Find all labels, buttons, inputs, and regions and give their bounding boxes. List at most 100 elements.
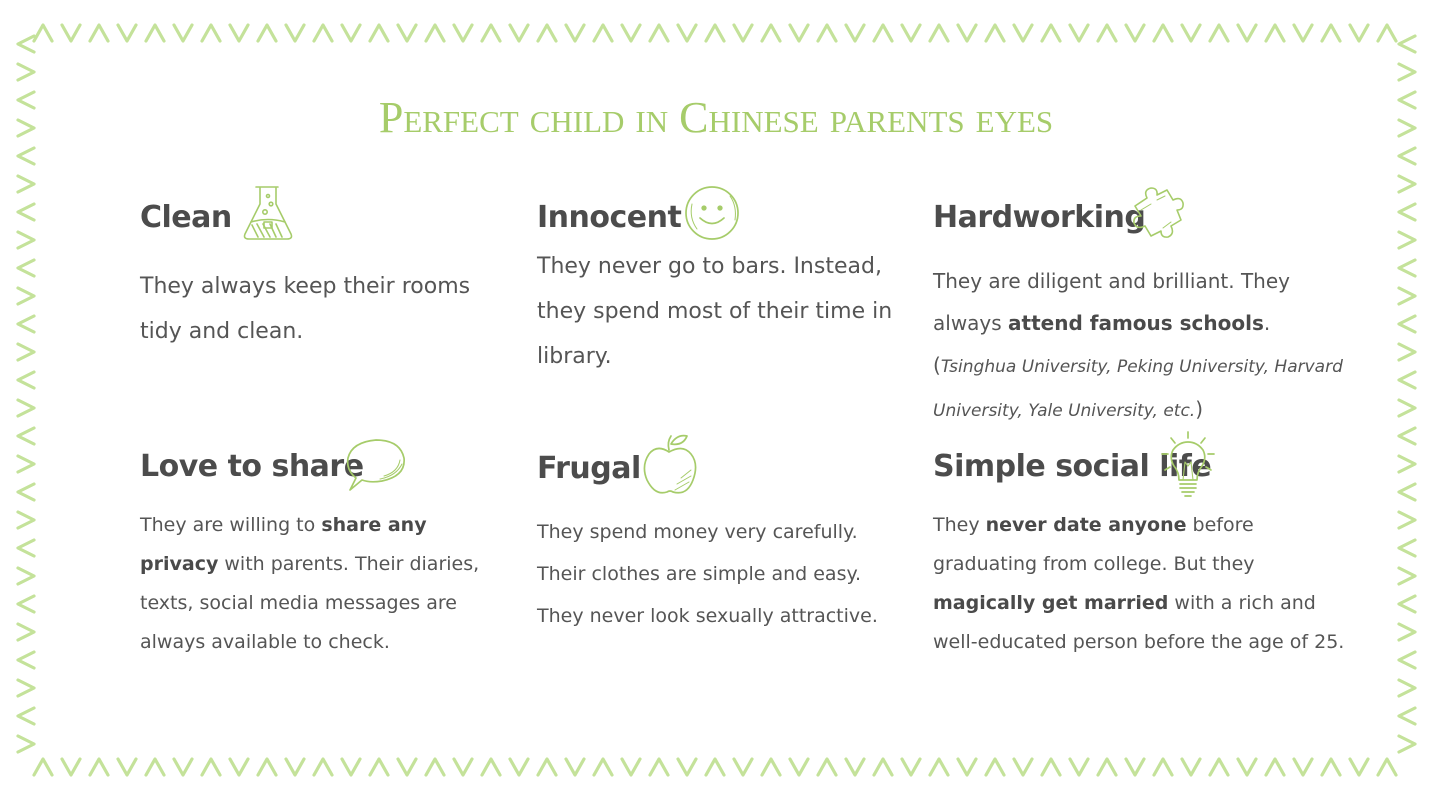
- border-zigzag-mark: [788, 23, 810, 43]
- border-zigzag-mark: [424, 757, 446, 777]
- border-zigzag-mark: [872, 757, 894, 777]
- border-zigzag-mark: [16, 566, 36, 586]
- border-zigzag-mark: [396, 757, 418, 777]
- border-zigzag-mark: [1180, 23, 1202, 43]
- border-zigzag-mark: [16, 678, 36, 698]
- border-zigzag-mark: [1397, 370, 1417, 390]
- border-zigzag-mark: [536, 23, 558, 43]
- border-zigzag-mark: [16, 538, 36, 558]
- border-zigzag-mark: [1397, 146, 1417, 166]
- border-zigzag-mark: [480, 23, 502, 43]
- border-zigzag-mark: [1236, 757, 1258, 777]
- border-zigzag-mark: [816, 757, 838, 777]
- border-zigzag-mark: [1068, 757, 1090, 777]
- border-zigzag-mark: [900, 23, 922, 43]
- border-zigzag-mark: [592, 23, 614, 43]
- border-zigzag-mark: [1397, 342, 1417, 362]
- card-text: They always keep their rooms tidy and cl…: [140, 274, 471, 344]
- border-zigzag-mark: [844, 23, 866, 43]
- border-zigzag-mark: [760, 757, 782, 777]
- border-zigzag-mark: [368, 757, 390, 777]
- card-heading: Hardworking: [933, 200, 1146, 235]
- border-zigzag-mark: [16, 510, 36, 530]
- card-text: They are willing to share any privacy wi…: [140, 514, 480, 653]
- border-zigzag-mark: [452, 23, 474, 43]
- border-zigzag-mark: [16, 622, 36, 642]
- border-zigzag-mark: [32, 23, 54, 43]
- emphasis-text: magically get married: [933, 592, 1169, 614]
- border-zigzag-mark: [256, 23, 278, 43]
- border-zigzag-mark: [620, 757, 642, 777]
- puzzle-piece-icon: [1127, 184, 1187, 242]
- border-zigzag-mark: [1348, 23, 1370, 43]
- border-zigzag-mark: [1397, 454, 1417, 474]
- card-heading: Frugal: [537, 451, 641, 486]
- border-zigzag-mark: [16, 286, 36, 306]
- border-zigzag-mark: [1397, 286, 1417, 306]
- border-zigzag-mark: [200, 757, 222, 777]
- border-zigzag-mark: [16, 454, 36, 474]
- border-zigzag-mark: [16, 342, 36, 362]
- border-zigzag-mark: [928, 757, 950, 777]
- border-zigzag-mark: [312, 757, 334, 777]
- border-zigzag-mark: [1124, 757, 1146, 777]
- border-zigzag-mark: [1397, 622, 1417, 642]
- border-zigzag-mark: [1397, 678, 1417, 698]
- border-zigzag-mark: [256, 757, 278, 777]
- border-zigzag-mark: [564, 757, 586, 777]
- border-zigzag-mark: [1397, 734, 1417, 754]
- border-zigzag-mark: [1152, 757, 1174, 777]
- border-zigzag-mark: [1040, 757, 1062, 777]
- border-zigzag-mark: [16, 258, 36, 278]
- border-zigzag-mark: [16, 146, 36, 166]
- border-zigzag-mark: [16, 174, 36, 194]
- border-zigzag-mark: [956, 23, 978, 43]
- border-zigzag-mark: [16, 314, 36, 334]
- border-zigzag-mark: [1320, 23, 1342, 43]
- border-zigzag-mark: [592, 757, 614, 777]
- border-zigzag-mark: [1397, 538, 1417, 558]
- border-zigzag-mark: [984, 23, 1006, 43]
- speech-bubble-icon: [344, 436, 408, 494]
- border-zigzag-mark: [816, 23, 838, 43]
- border-zigzag-mark: [88, 23, 110, 43]
- border-zigzag-mark: [1012, 23, 1034, 43]
- border-zigzag-mark: [1348, 757, 1370, 777]
- border-zigzag-mark: [396, 23, 418, 43]
- border-zigzag-mark: [732, 757, 754, 777]
- border-zigzag-mark: [760, 23, 782, 43]
- border-zigzag-mark: [284, 757, 306, 777]
- border-zigzag-mark: [1096, 757, 1118, 777]
- italic-text: Tsinghua University, Peking University, …: [933, 357, 1343, 421]
- border-zigzag-mark: [368, 23, 390, 43]
- card-heading: Clean: [140, 200, 232, 235]
- border-zigzag-mark: [704, 757, 726, 777]
- border-zigzag-mark: [620, 23, 642, 43]
- border-zigzag-mark: [1376, 23, 1398, 43]
- border-zigzag-mark: [676, 23, 698, 43]
- border-zigzag-mark: [956, 757, 978, 777]
- card-heading: Innocent: [537, 200, 682, 235]
- page-title: Perfect child in Chinese parents eyes: [378, 93, 1054, 142]
- border-zigzag-mark: [16, 62, 36, 82]
- card-heading: Love to share: [140, 449, 364, 484]
- border-zigzag-mark: [16, 230, 36, 250]
- border-zigzag-mark: [1397, 62, 1417, 82]
- border-zigzag-mark: [16, 650, 36, 670]
- border-zigzag-mark: [16, 398, 36, 418]
- border-zigzag-mark: [424, 23, 446, 43]
- border-zigzag-mark: [172, 757, 194, 777]
- border-zigzag-mark: [1397, 510, 1417, 530]
- border-zigzag-mark: [928, 23, 950, 43]
- border-zigzag-mark: [312, 23, 334, 43]
- border-zigzag-mark: [228, 23, 250, 43]
- border-zigzag-mark: [1397, 314, 1417, 334]
- border-zigzag-mark: [16, 594, 36, 614]
- border-zigzag-mark: [648, 23, 670, 43]
- border-zigzag-mark: [1012, 757, 1034, 777]
- card-text: They never date anyone before graduating…: [933, 514, 1345, 653]
- border-zigzag-mark: [1264, 757, 1286, 777]
- border-zigzag-mark: [340, 757, 362, 777]
- card-text: They spend money very carefully. Their c…: [537, 521, 878, 627]
- border-zigzag-mark: [284, 23, 306, 43]
